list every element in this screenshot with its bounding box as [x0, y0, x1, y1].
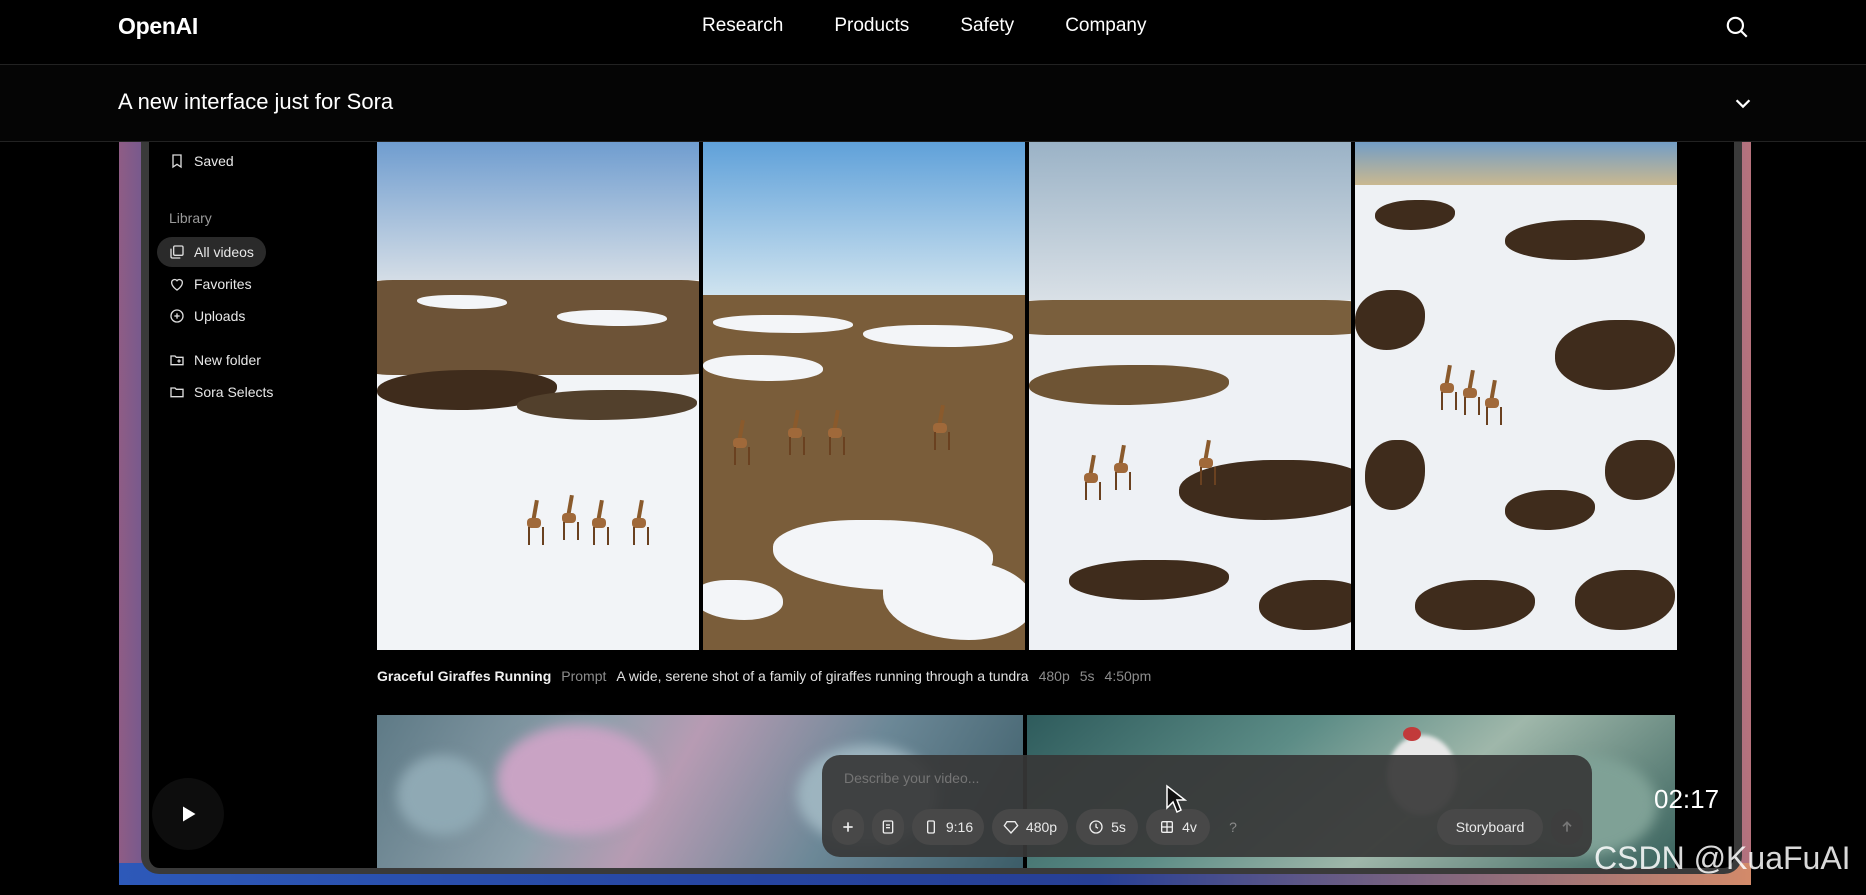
prompt-composer: 9:16 480p 5s 4v ? Storyboard: [822, 755, 1592, 857]
submit-button[interactable]: [1551, 809, 1583, 845]
openai-logo[interactable]: OpenAI: [118, 13, 198, 40]
plus-circle-icon: [170, 309, 184, 323]
variations-value: 4v: [1182, 819, 1197, 835]
search-icon[interactable]: [1724, 14, 1750, 40]
sidebar-item-uploads[interactable]: Uploads: [157, 301, 257, 331]
sidebar-item-new-folder[interactable]: New folder: [157, 345, 273, 375]
videos-icon: [170, 245, 184, 259]
library-heading: Library: [169, 210, 212, 226]
sidebar-item-sora-selects[interactable]: Sora Selects: [157, 377, 285, 407]
nav-link-products[interactable]: Products: [834, 15, 909, 37]
add-button[interactable]: [832, 809, 864, 845]
video-thumbnail[interactable]: [1029, 142, 1351, 650]
video-timestamp: 02:17: [1654, 784, 1720, 814]
sidebar-item-label: Sora Selects: [194, 384, 274, 400]
section-title: A new interface just for Sora: [118, 89, 394, 114]
phone-icon: [926, 820, 935, 834]
section-bar: A new interface just for Sora: [0, 65, 1866, 142]
resolution-button[interactable]: 480p: [992, 809, 1068, 845]
grid-icon: [1161, 821, 1174, 833]
aspect-ratio-button[interactable]: 9:16: [912, 809, 984, 845]
folder-plus-icon: [170, 355, 184, 366]
video-title[interactable]: Graceful Giraffes Running: [377, 668, 551, 684]
video-grid: [377, 142, 1677, 650]
watermark: CSDN @KuaFuAI: [1594, 840, 1851, 876]
sora-sidebar: Saved Library All videos Favorites Uploa…: [149, 142, 369, 868]
duration-tag: 5s: [1079, 668, 1095, 684]
storyboard-button[interactable]: Storyboard: [1437, 809, 1543, 845]
plus-icon: [843, 822, 853, 832]
aspect-ratio-value: 9:16: [945, 819, 974, 835]
nav-links: Research Products Safety Company: [702, 15, 1147, 37]
resolution-value: 480p: [1025, 819, 1058, 835]
chevron-down-icon[interactable]: [1732, 92, 1754, 114]
nav-link-safety[interactable]: Safety: [960, 15, 1014, 37]
sidebar-item-label: Favorites: [194, 276, 252, 292]
sidebar-item-saved[interactable]: Saved: [157, 146, 246, 176]
folder-icon: [170, 387, 184, 398]
created-time: 4:50pm: [1104, 668, 1152, 684]
sidebar-item-label: Uploads: [194, 308, 246, 324]
storyboard-toggle-button[interactable]: [872, 809, 904, 845]
video-frame: Saved Library All videos Favorites Uploa…: [119, 142, 1751, 885]
sidebar-item-favorites[interactable]: Favorites: [157, 269, 264, 299]
top-nav: OpenAI Research Products Safety Company: [0, 0, 1866, 65]
duration-value: 5s: [1111, 819, 1126, 835]
sidebar-item-all-videos[interactable]: All videos: [157, 237, 266, 267]
prompt-label: Prompt: [561, 668, 607, 684]
sora-app-window: Saved Library All videos Favorites Uploa…: [141, 142, 1742, 874]
describe-video-input[interactable]: [842, 769, 1446, 787]
bookmark-icon: [172, 154, 182, 169]
video-thumbnail[interactable]: [377, 142, 699, 650]
resolution-tag: 480p: [1038, 668, 1070, 684]
video-caption: Graceful Giraffes Running Prompt A wide,…: [377, 668, 1151, 684]
sidebar-item-label: Saved: [194, 153, 234, 169]
clock-icon: [1089, 820, 1103, 834]
nav-link-research[interactable]: Research: [702, 15, 783, 37]
nav-link-company[interactable]: Company: [1065, 15, 1146, 37]
play-button[interactable]: [152, 778, 224, 850]
help-button[interactable]: ?: [1218, 809, 1248, 845]
arrow-up-icon: [1562, 821, 1572, 832]
heart-icon: [171, 278, 183, 291]
sidebar-item-label: New folder: [194, 352, 261, 368]
video-thumbnail[interactable]: [1355, 142, 1677, 650]
prompt-text: A wide, serene shot of a family of giraf…: [616, 668, 1029, 684]
duration-button[interactable]: 5s: [1076, 809, 1138, 845]
sidebar-item-label: All videos: [194, 244, 254, 260]
variations-button[interactable]: 4v: [1146, 809, 1210, 845]
video-thumbnail[interactable]: [703, 142, 1025, 650]
mouse-cursor-icon: [1166, 784, 1187, 814]
play-icon: [183, 806, 196, 822]
document-icon: [882, 820, 894, 834]
diamond-icon: [1003, 821, 1019, 834]
